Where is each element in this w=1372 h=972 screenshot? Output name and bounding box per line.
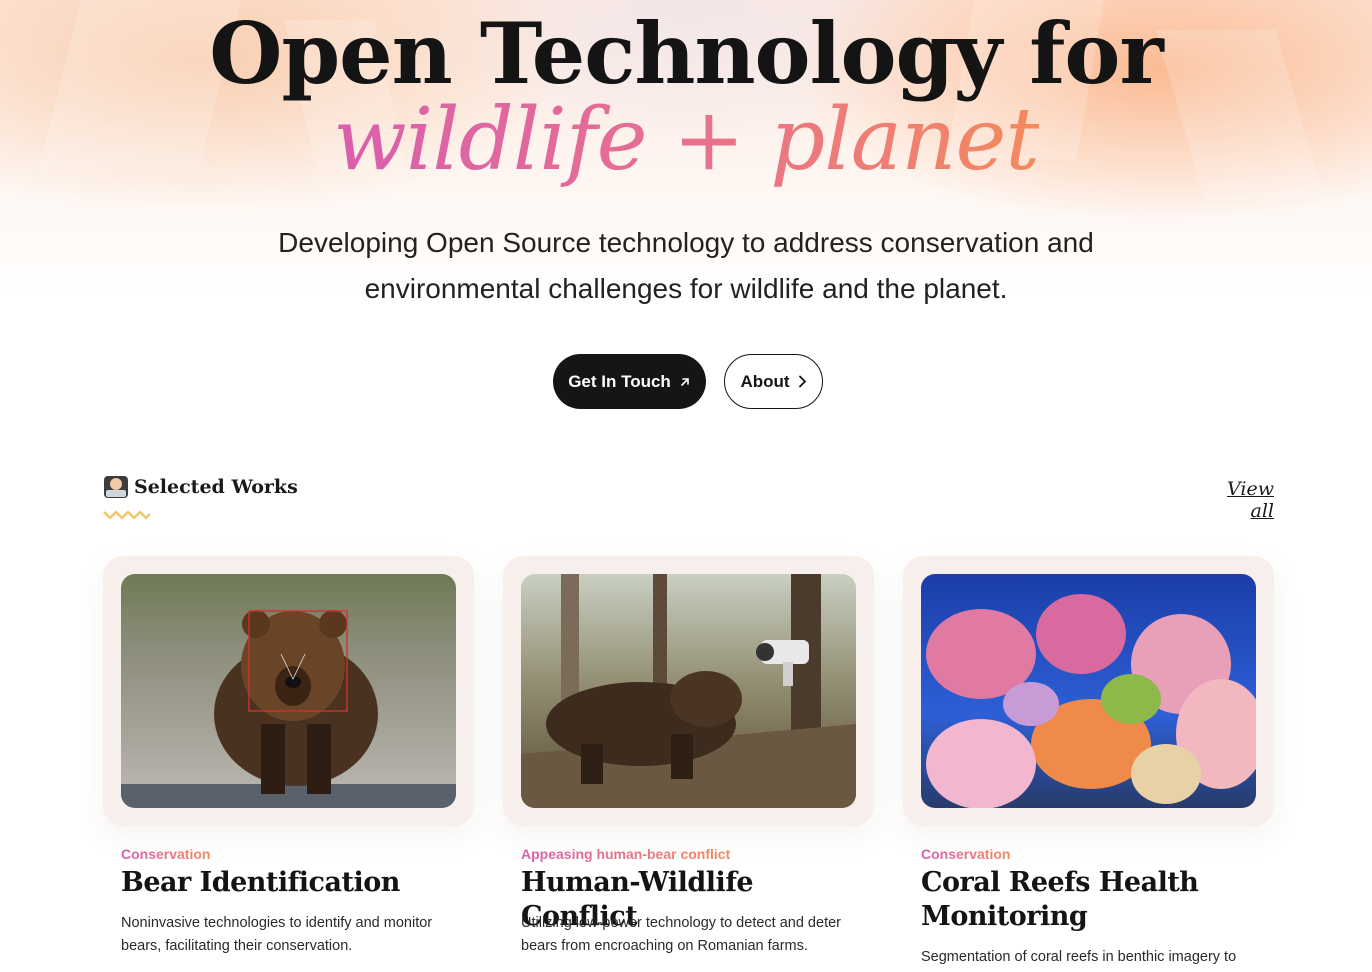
arrow-up-right-icon <box>681 377 689 386</box>
work-card-human-wildlife-conflict[interactable] <box>503 556 874 826</box>
get-in-touch-label: Get In Touch <box>568 371 671 391</box>
section-header: Selected Works <box>104 476 298 498</box>
work-card-coral-reefs[interactable] <box>903 556 1274 826</box>
work-card-bear-identification[interactable] <box>103 556 474 826</box>
view-all-link[interactable]: View all <box>1208 478 1274 522</box>
card-category: Appeasing human-bear conflict <box>521 846 731 862</box>
card-category: Conservation <box>921 846 1011 862</box>
hero-subtitle: Developing Open Source technology to add… <box>278 227 1094 304</box>
chevron-right-icon <box>798 375 806 388</box>
card-description: Noninvasive technologies to identify and… <box>121 915 433 954</box>
card-description: Segmentation of coral reefs in benthic i… <box>921 949 1237 965</box>
human-wildlife-conflict-image <box>521 574 856 808</box>
card-category: Conservation <box>121 846 211 862</box>
hero-accent-text: wildlife + planet <box>333 90 1040 190</box>
coral-reefs-image <box>921 574 1256 808</box>
technologist-emoji-icon <box>104 476 128 498</box>
hero-accent-title: wildlife + planet <box>0 92 1372 188</box>
hero-title: Open Technology for <box>209 4 1163 103</box>
about-button[interactable]: About <box>724 354 823 409</box>
section-title: Selected Works <box>134 476 298 498</box>
bear-identification-image <box>121 574 456 808</box>
about-label: About <box>740 371 790 391</box>
squiggle-underline-icon <box>103 510 151 520</box>
get-in-touch-button[interactable]: Get In Touch <box>553 354 706 409</box>
card-title[interactable]: Bear Identification <box>121 866 461 900</box>
card-description: Utilizing low-power technology to detect… <box>521 915 841 954</box>
card-title[interactable]: Coral Reefs Health Monitoring <box>921 866 1251 934</box>
